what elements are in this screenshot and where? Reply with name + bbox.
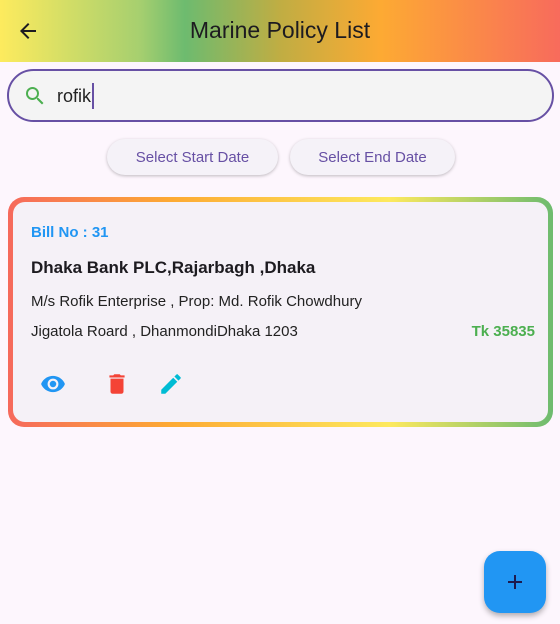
policy-amount: Tk 35835 [471,323,535,340]
view-eye-icon[interactable] [40,371,66,397]
plus-icon [508,575,522,589]
select-start-date-button[interactable]: Select Start Date [107,139,278,175]
search-input[interactable]: rofik [7,69,554,122]
policy-card: Bill No : 31 Dhaka Bank PLC,Rajarbagh ,D… [8,197,553,427]
app-bar: Marine Policy List [0,0,560,62]
page-title: Marine Policy List [189,17,371,43]
bank-name: Dhaka Bank PLC,Rajarbagh ,Dhaka [31,258,316,277]
edit-pencil-icon[interactable] [158,371,184,397]
delete-trash-icon[interactable] [104,371,130,397]
client-name: M/s Rofik Enterprise , Prop: Md. Rofik C… [31,293,362,310]
bill-number: Bill No : 31 [31,224,109,241]
search-value[interactable]: rofik [57,82,95,109]
select-end-date-button[interactable]: Select End Date [290,139,455,175]
add-policy-button[interactable] [484,551,546,613]
client-address: Jigatola Roard , DhanmondiDhaka 1203 [31,323,298,340]
search-icon [26,86,44,104]
